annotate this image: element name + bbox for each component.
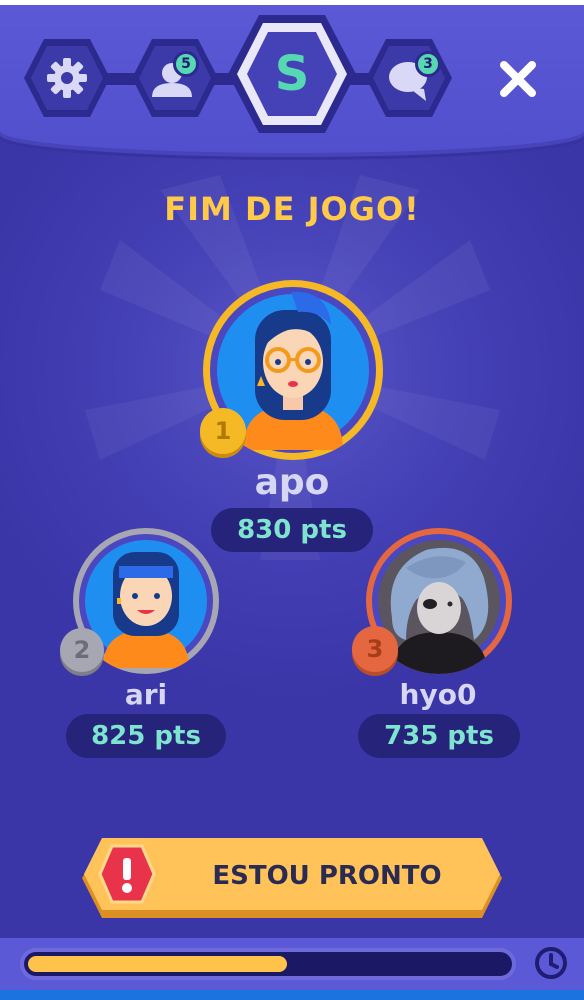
player-3-points: 735 pts: [358, 714, 520, 758]
alert-icon: [98, 844, 156, 904]
top-header: 5 S 3: [0, 5, 584, 153]
game-over-title: FIM DE JOGO!: [164, 190, 420, 228]
close-button[interactable]: [496, 57, 540, 101]
chat-button[interactable]: 3: [364, 37, 454, 119]
player-1-points: 830 pts: [211, 508, 373, 552]
rank-2-medal: 2: [60, 628, 104, 672]
likes-button[interactable]: 5: [130, 37, 220, 119]
bottom-strip: [0, 990, 584, 1000]
player-3-name: hyo0: [399, 678, 477, 711]
clock-icon: [535, 947, 567, 979]
timer-progress-fill: [28, 956, 287, 972]
player-2-name: ari: [124, 678, 168, 711]
ready-button-label: ESTOU PRONTO: [212, 861, 442, 891]
timer-progress-bar: [20, 948, 516, 980]
player-1-name: apo: [254, 462, 330, 503]
ready-button[interactable]: ESTOU PRONTO: [82, 838, 502, 918]
gear-icon: [47, 58, 87, 98]
rank-3-medal: 3: [352, 626, 398, 672]
likes-count-badge: 5: [173, 51, 199, 77]
score-tab-letter: S: [274, 46, 310, 102]
rank-1-medal: 1: [200, 408, 246, 454]
chat-count-badge: 3: [415, 51, 441, 77]
timer-clock: [532, 944, 570, 982]
close-icon: [500, 61, 536, 97]
player-2-points: 825 pts: [66, 714, 226, 758]
score-tab[interactable]: S: [226, 13, 358, 135]
settings-button[interactable]: [22, 37, 112, 119]
